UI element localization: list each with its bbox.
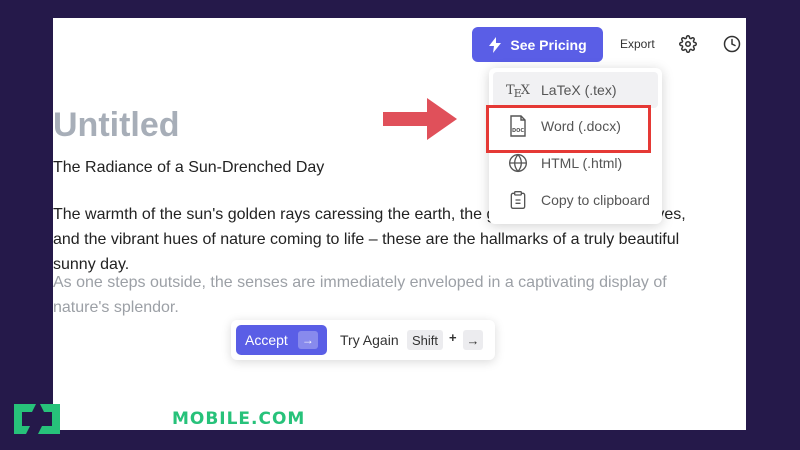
brand-name: HOANGHAMOBILE.COM [68, 409, 306, 429]
shift-key-hint: Shift [407, 330, 443, 350]
suggestion-toolbar: Accept → Try Again Shift + → [231, 320, 495, 360]
tex-icon: TEX [506, 82, 530, 100]
gear-icon[interactable] [679, 35, 697, 53]
see-pricing-button[interactable]: See Pricing [472, 27, 603, 62]
app-window: See Pricing Export Untitled The Radiance… [53, 18, 746, 430]
try-again-button[interactable]: Try Again [340, 332, 399, 348]
document-subtitle[interactable]: The Radiance of a Sun-Drenched Day [53, 159, 324, 177]
document-title[interactable]: Untitled [53, 106, 180, 145]
export-latex-item[interactable]: TEX LaTeX (.tex) [493, 72, 658, 108]
copy-clipboard-item[interactable]: Copy to clipboard [493, 182, 658, 218]
export-html-item[interactable]: HTML (.html) [493, 145, 658, 181]
see-pricing-label: See Pricing [510, 36, 587, 53]
export-button[interactable]: Export [620, 37, 655, 51]
lightning-icon [489, 36, 502, 53]
red-arrow-annotation [383, 98, 457, 140]
accept-button[interactable]: Accept → [236, 325, 327, 355]
watermark: HOANGHAMOBILE.COM [10, 400, 305, 438]
doc-file-icon: DOC [507, 115, 529, 137]
export-latex-label: LaTeX (.tex) [541, 82, 617, 98]
plus-sign: + [449, 330, 457, 345]
svg-text:DOC: DOC [512, 128, 524, 134]
accept-label: Accept [245, 332, 288, 348]
accept-key-hint: → [297, 331, 318, 349]
export-menu: TEX LaTeX (.tex) DOC Word (.docx) HTML (… [489, 68, 662, 224]
export-word-item[interactable]: DOC Word (.docx) [493, 108, 658, 144]
globe-icon [507, 152, 529, 174]
copy-clipboard-label: Copy to clipboard [541, 192, 650, 208]
export-html-label: HTML (.html) [541, 155, 623, 171]
clock-icon[interactable] [723, 35, 741, 53]
suggested-paragraph[interactable]: As one steps outside, the senses are imm… [53, 270, 693, 320]
clipboard-icon [507, 189, 529, 211]
export-word-label: Word (.docx) [541, 118, 621, 134]
brand-logo [14, 404, 60, 434]
arrow-key-hint: → [463, 330, 483, 350]
